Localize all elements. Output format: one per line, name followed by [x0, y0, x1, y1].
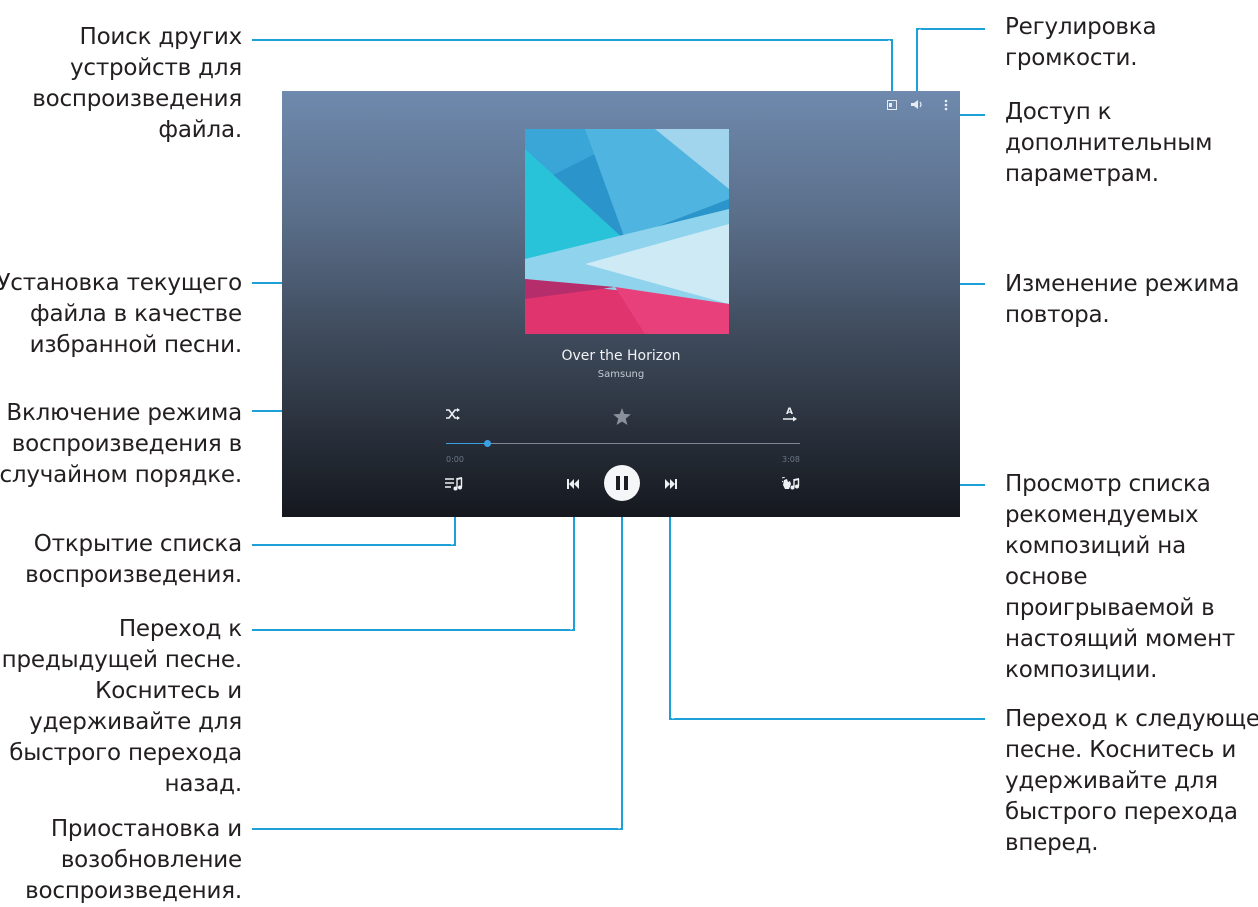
callout-repeat: Изменение режима повтора.: [1005, 271, 1240, 328]
progress-fill: [446, 443, 487, 444]
callout-more: Доступ к дополнительным параметрам.: [1005, 99, 1213, 187]
progress-thumb[interactable]: [483, 440, 491, 447]
shuffle-icon[interactable]: [444, 406, 462, 422]
playlist-icon[interactable]: [445, 476, 463, 492]
leader-next: [669, 495, 985, 720]
callout-next: Переход к следующей песне. Коснитесь и у…: [1005, 706, 1258, 856]
more-options-icon[interactable]: [938, 99, 954, 116]
callout-pause: Приостановка и возобновление воспроизвед…: [25, 816, 242, 904]
recommended-icon[interactable]: [782, 476, 800, 492]
callout-favorite: Установка текущего файла в качестве избр…: [0, 270, 242, 358]
callout-shuffle: Включение режима воспроизведения в случа…: [0, 400, 242, 488]
svg-text:A: A: [786, 407, 793, 417]
song-title: Over the Horizon: [561, 348, 681, 364]
leader-pause: [252, 500, 623, 830]
callout-search-devices: Поиск других устройств для воспроизведен…: [32, 24, 242, 143]
volume-icon[interactable]: [909, 99, 925, 115]
pause-icon: [616, 476, 620, 490]
repeat-icon[interactable]: A: [781, 404, 799, 424]
pause-button[interactable]: [604, 465, 640, 501]
progress-bar[interactable]: [446, 440, 800, 447]
callout-volume: Регулировка громкости.: [1005, 14, 1157, 71]
callout-recommended: Просмотр списка рекомендуемых композиций…: [1005, 471, 1236, 683]
album-art: [525, 129, 729, 334]
favorite-star-icon[interactable]: [612, 406, 632, 426]
elapsed-time: 0:00: [446, 455, 464, 464]
next-icon[interactable]: [663, 477, 679, 491]
total-time: 3:08: [782, 455, 800, 464]
player-screen: Over the Horizon Samsung A 0:00 3:08: [282, 91, 960, 517]
callout-previous: Переход к предыдущей песне. Коснитесь и …: [1, 616, 243, 797]
device-search-icon[interactable]: [884, 99, 900, 115]
callout-playlist: Открытие списка воспроизведения.: [25, 531, 242, 588]
previous-icon[interactable]: [565, 477, 581, 491]
song-artist: Samsung: [597, 369, 645, 380]
